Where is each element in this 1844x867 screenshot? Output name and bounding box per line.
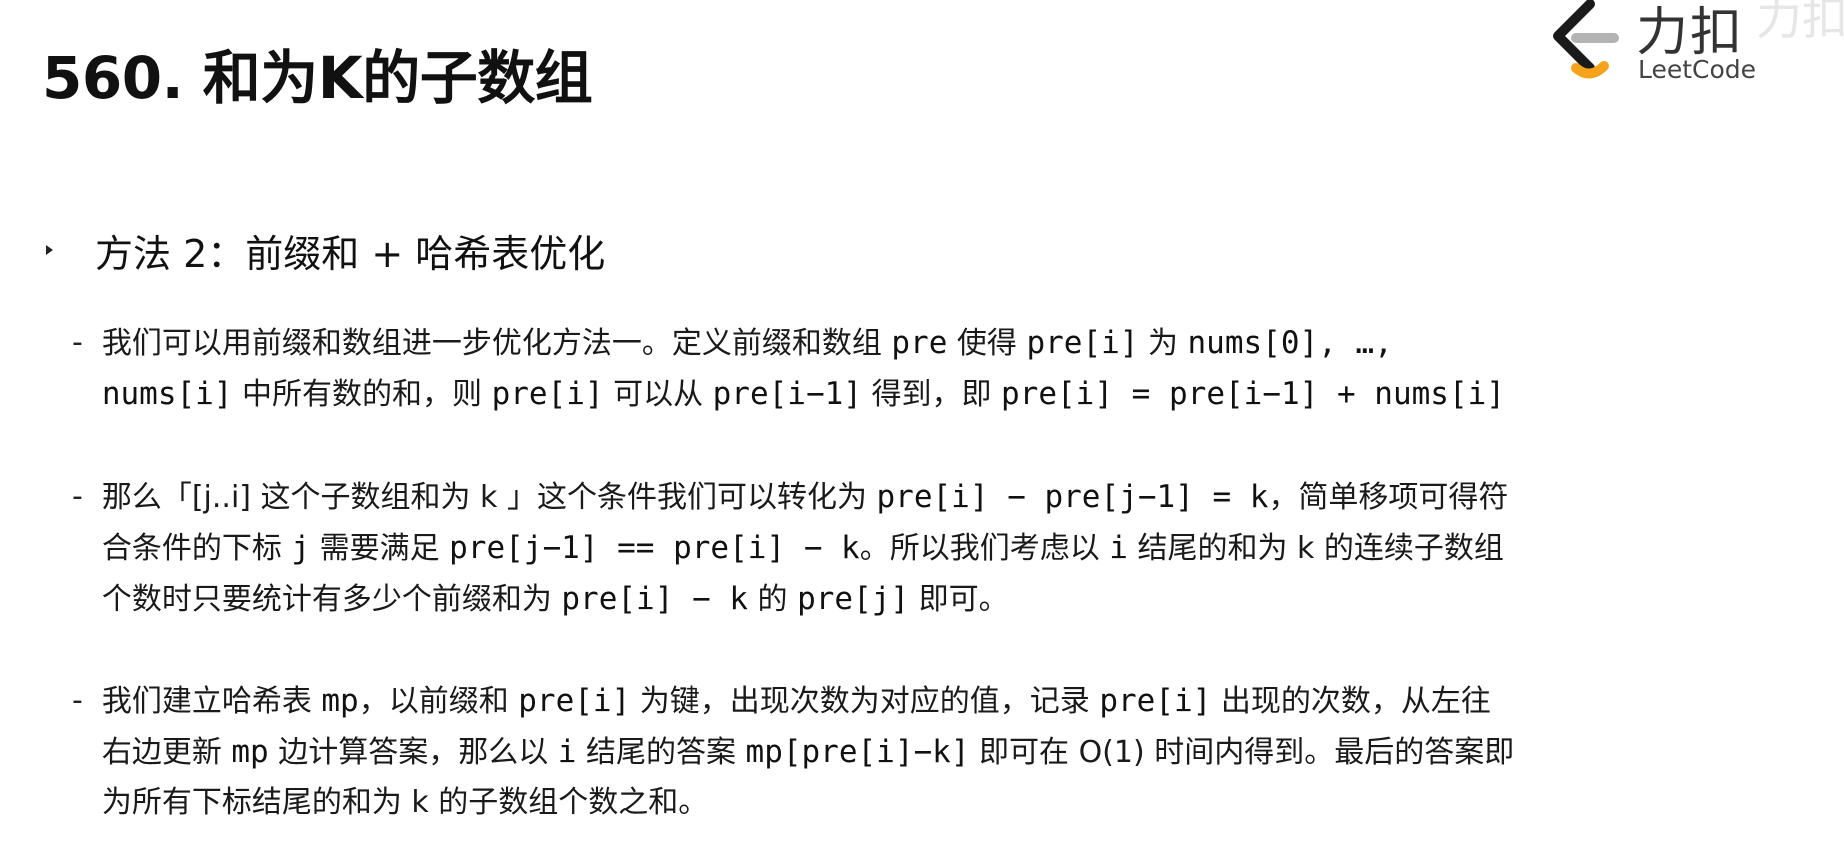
text-segment: 我们可以用前缀和数组进一步优化方法一。定义前缀和数组 <box>101 326 892 361</box>
inline-code: mp[pre[i]−k] <box>745 734 970 770</box>
text-segment: 为所有下标结尾的和为 k 的子数组个数之和。 <box>101 785 709 820</box>
inline-code: pre[i] <box>1026 325 1139 361</box>
paragraph-line: nums[i] 中所有数的和，则 pre[i] 可以从 pre[i−1] 得到，… <box>102 369 1792 420</box>
text-segment: 需要满足 <box>310 531 450 566</box>
text-segment: 我们建立哈希表 <box>101 684 322 719</box>
text-segment: ，简单移项可得符 <box>1268 480 1509 515</box>
bullet-point-3: - 我们建立哈希表 mp，以前缀和 pre[i] 为键，出现次数为对应的值，记录… <box>72 676 1792 828</box>
paragraph-line: 我们可以用前缀和数组进一步优化方法一。定义前缀和数组 pre 使得 pre[i]… <box>102 318 1792 369</box>
paragraph-line: 个数时只要统计有多少个前缀和为 pre[i] − k 的 pre[j] 即可。 <box>102 574 1792 625</box>
inline-code: pre[i] − k <box>561 581 749 617</box>
inline-code: pre[i] <box>518 683 631 719</box>
paragraph: 我们可以用前缀和数组进一步优化方法一。定义前缀和数组 pre 使得 pre[i]… <box>102 318 1792 420</box>
dash-bullet-icon: - <box>72 479 83 514</box>
bullet-point-2: - 那么「[j..i] 这个子数组和为 k 」这个条件我们可以转化为 pre[i… <box>72 472 1792 625</box>
paragraph-line: 为所有下标结尾的和为 k 的子数组个数之和。 <box>102 778 1792 828</box>
inline-code: i <box>557 734 577 770</box>
text-segment: 中所有数的和，则 <box>232 377 492 412</box>
inline-code: i <box>1109 530 1128 566</box>
inline-code: j <box>291 530 311 566</box>
text-segment: 为键，出现次数为对应的值，记录 <box>630 684 1100 719</box>
text-segment: 为 <box>1138 326 1188 361</box>
logo-english-text: LeetCode <box>1638 55 1757 84</box>
text-segment: 。所以我们考虑以 <box>859 531 1110 566</box>
text-segment: 结尾的和为 k 的连续子数组 <box>1127 531 1504 566</box>
text-segment: 右边更新 <box>101 735 232 770</box>
text-segment: 即可在 O(1) 时间内得到。最后的答案即 <box>969 735 1515 770</box>
inline-code: nums[0], …, <box>1187 325 1393 361</box>
paragraph: 我们建立哈希表 mp，以前缀和 pre[i] 为键，出现次数为对应的值，记录 p… <box>102 676 1792 828</box>
text-segment: 可以从 <box>603 377 713 412</box>
inline-code: pre[i] − pre[j−1] = k <box>876 479 1269 515</box>
logo-watermark: 力扣 <box>1756 0 1844 45</box>
inline-code: pre[j] <box>797 581 910 617</box>
text-segment: 个数时只要统计有多少个前缀和为 <box>101 582 562 617</box>
inline-code: mp <box>321 683 359 719</box>
leetcode-logo-icon <box>1553 0 1619 79</box>
text-segment: 的 <box>748 582 798 617</box>
dash-bullet-icon: - <box>72 683 83 718</box>
leetcode-logo: 力扣 LeetCode 力扣 <box>1536 0 1844 100</box>
inline-code: pre[i] <box>1099 683 1212 719</box>
inline-code: pre <box>891 325 948 361</box>
paragraph: 那么「[j..i] 这个子数组和为 k 」这个条件我们可以转化为 pre[i] … <box>102 472 1792 625</box>
inline-code: mp <box>231 734 269 770</box>
text-segment: 使得 <box>947 326 1027 361</box>
triangle-bullet-icon <box>46 245 53 255</box>
text-segment: ，以前缀和 <box>358 684 519 719</box>
paragraph-line: 合条件的下标 j 需要满足 pre[j−1] == pre[i] − k。所以我… <box>102 523 1792 574</box>
text-segment: 即可。 <box>909 582 1009 617</box>
text-segment: 合条件的下标 <box>101 531 292 566</box>
bullet-point-1: - 我们可以用前缀和数组进一步优化方法一。定义前缀和数组 pre 使得 pre[… <box>72 318 1792 420</box>
text-segment: 出现的次数，从左往 <box>1211 684 1491 719</box>
section-title: 方法 2：前缀和 + 哈希表优化 <box>95 231 606 276</box>
text-segment: 结尾的答案 <box>576 735 746 770</box>
page-title: 560. 和为K的子数组 <box>42 44 593 112</box>
inline-code: nums[i] <box>101 376 233 412</box>
section-header: 方法 2：前缀和 + 哈希表优化 <box>42 222 1822 278</box>
paragraph-line: 我们建立哈希表 mp，以前缀和 pre[i] 为键，出现次数为对应的值，记录 p… <box>102 676 1792 727</box>
dash-bullet-icon: - <box>72 325 83 360</box>
inline-code: pre[j−1] == pre[i] − k <box>449 530 860 566</box>
inline-code: pre[i] <box>491 376 604 412</box>
text-segment: 得到，即 <box>861 377 1002 412</box>
text-segment: 那么「[j..i] 这个子数组和为 k 」这个条件我们可以转化为 <box>101 480 877 515</box>
paragraph-line: 那么「[j..i] 这个子数组和为 k 」这个条件我们可以转化为 pre[i] … <box>102 472 1792 523</box>
inline-code: pre[i−1] <box>712 376 862 412</box>
inline-code: pre[i] = pre[i−1] + nums[i] <box>1001 376 1505 412</box>
text-segment: 边计算答案，那么以 <box>268 735 558 770</box>
method-section: 方法 2：前缀和 + 哈希表优化 <box>42 222 1822 278</box>
paragraph-line: 右边更新 mp 边计算答案，那么以 i 结尾的答案 mp[pre[i]−k] 即… <box>102 727 1792 778</box>
